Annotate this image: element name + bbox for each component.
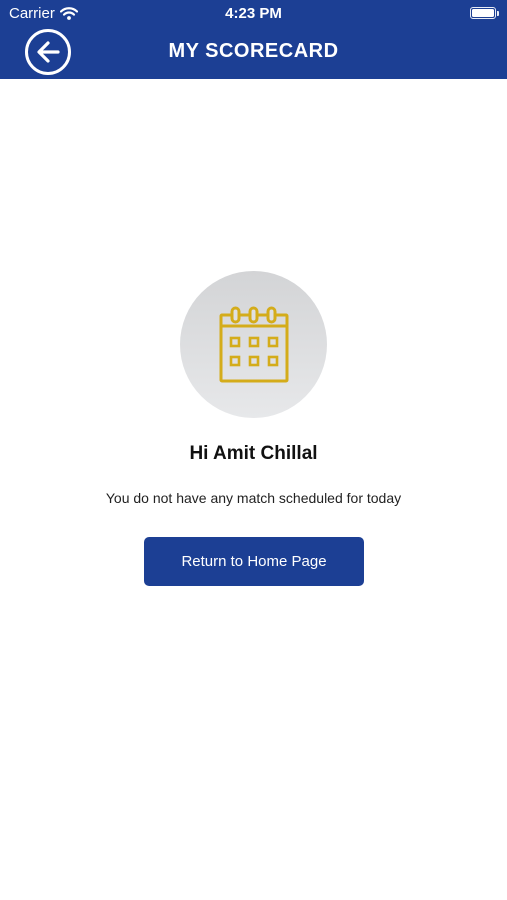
- greeting-text: Hi Amit Chillal: [189, 443, 318, 464]
- app-header: MY SCORECARD: [0, 26, 507, 79]
- status-time: 4:23 PM: [225, 5, 282, 22]
- battery-icon: [470, 7, 499, 19]
- calendar-illustration: [180, 271, 327, 418]
- no-match-message: You do not have any match scheduled for …: [105, 490, 402, 506]
- page-title: MY SCORECARD: [168, 40, 339, 62]
- return-home-button[interactable]: Return to Home Page: [144, 537, 364, 586]
- calendar-icon: [219, 306, 288, 382]
- main-content: Hi Amit Chillal You do not have any matc…: [0, 79, 507, 900]
- status-bar: Carrier 4:23 PM: [0, 0, 507, 26]
